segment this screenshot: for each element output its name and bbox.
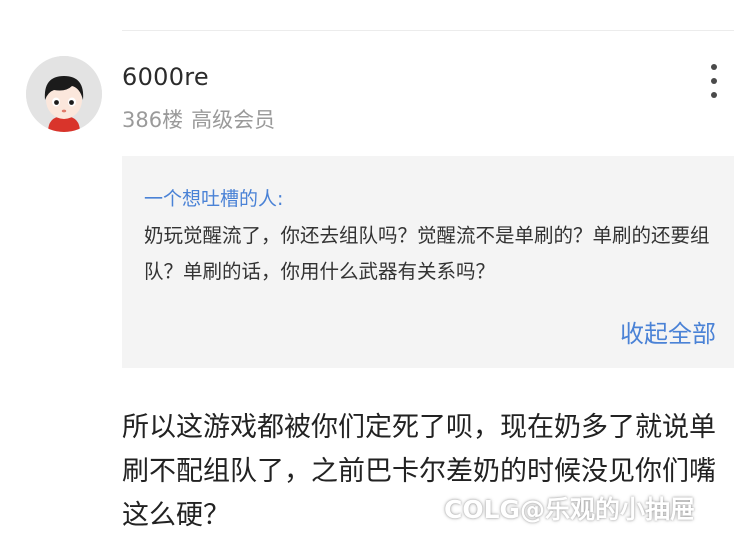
floor-number: 386楼 xyxy=(122,108,184,132)
member-rank: 高级会员 xyxy=(191,108,276,132)
username[interactable]: 6000re xyxy=(122,63,209,91)
collapse-all-link[interactable]: 收起全部 xyxy=(620,314,716,349)
quoted-reply: 一个想吐槽的人: 奶玩觉醒流了，你还去组队吗？觉醒流不是单刷的？单刷的还要组队？… xyxy=(122,156,734,368)
quote-author[interactable]: 一个想吐槽的人: xyxy=(144,184,283,211)
more-options-button[interactable] xyxy=(700,64,728,98)
quote-body: 奶玩觉醒流了，你还去组队吗？觉醒流不是单刷的？单刷的还要组队？单刷的话，你用什么… xyxy=(144,224,710,283)
watermark: COLG@乐观的小抽屉 xyxy=(444,495,696,524)
more-vertical-icon xyxy=(711,64,717,70)
post-meta: 386楼 高级会员 xyxy=(122,104,275,134)
more-vertical-icon-dot xyxy=(711,92,717,98)
avatar[interactable] xyxy=(26,56,102,132)
avatar-image xyxy=(26,56,102,132)
top-divider xyxy=(122,30,734,31)
more-vertical-icon-dot xyxy=(711,78,717,84)
